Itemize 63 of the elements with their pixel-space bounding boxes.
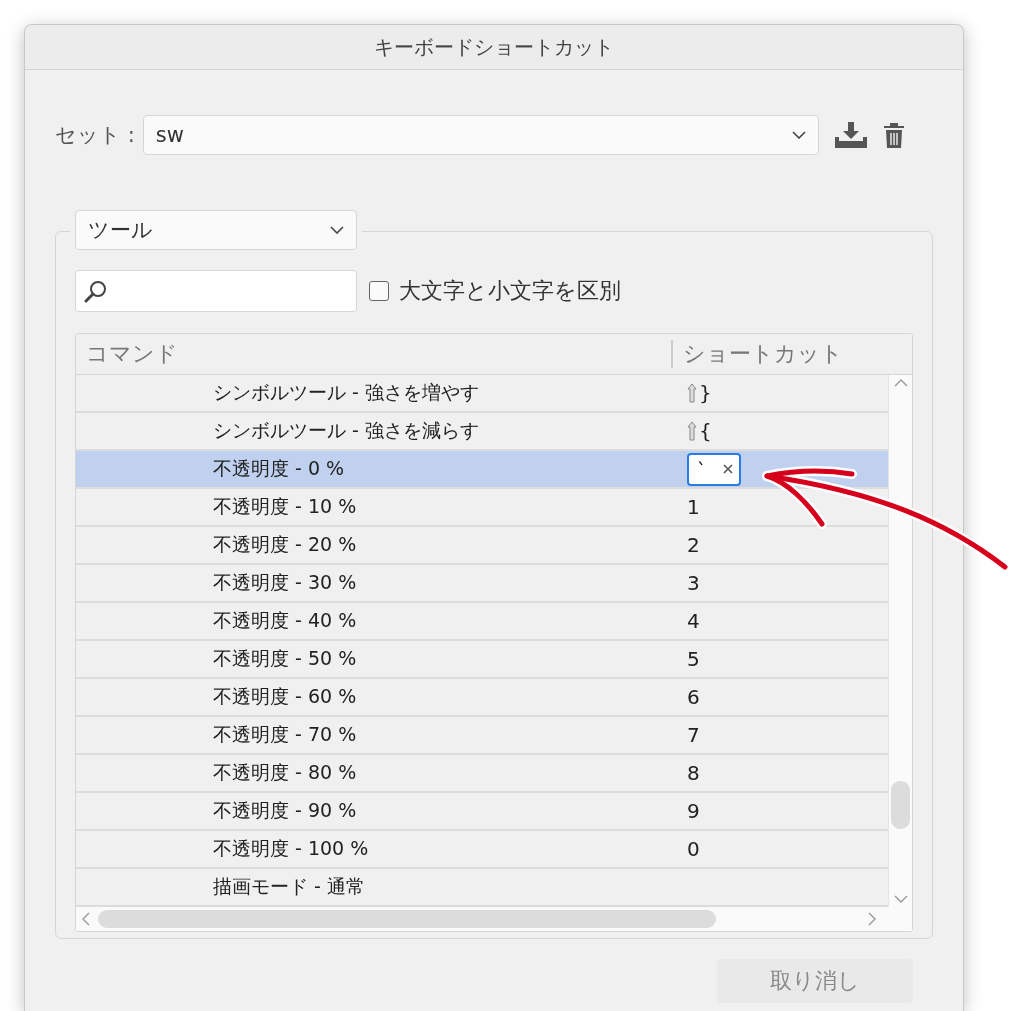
command-cell-text: 不透明度 - 50 % — [212, 646, 358, 671]
table-row[interactable]: 不透明度 - 30 % 3 — [76, 565, 888, 603]
download-icon[interactable] — [834, 122, 867, 148]
shortcut-cell: 0 — [687, 837, 700, 861]
shortcut-cell: { — [699, 419, 712, 443]
command-cell-text: 不透明度 - 20 % — [212, 532, 358, 557]
scrollbar-thumb[interactable] — [98, 910, 716, 928]
table-row[interactable]: 不透明度 - 50 % 5 — [76, 641, 888, 679]
command-cell-text: 不透明度 - 60 % — [212, 684, 358, 709]
command-cell-text: 不透明度 - 70 % — [212, 722, 358, 747]
shortcut-cell: 8 — [687, 761, 700, 785]
table-row[interactable]: 不透明度 - 100 % 0 — [76, 831, 888, 869]
chevron-down-icon — [791, 131, 806, 139]
chevron-down-icon — [330, 226, 344, 234]
shortcut-cell: 4 — [687, 609, 700, 633]
command-cell-text: 不透明度 - 30 % — [212, 570, 358, 595]
chevron-left-icon[interactable] — [82, 912, 90, 926]
trash-icon[interactable] — [882, 122, 905, 148]
set-dropdown[interactable]: sw — [142, 115, 819, 155]
set-label: セット : — [55, 122, 135, 149]
table-row[interactable]: 不透明度 - 0 % ` — [76, 451, 888, 489]
table-row[interactable]: 描画モード - 通常 — [76, 869, 888, 907]
vertical-scrollbar[interactable] — [888, 375, 912, 907]
horizontal-scrollbar[interactable] — [76, 907, 912, 931]
table-row[interactable]: シンボルツール - 強さを増やす } — [76, 375, 888, 413]
command-cell-text: 不透明度 - 100 % — [212, 836, 370, 861]
shortcut-cell: 1 — [687, 495, 700, 519]
shortcut-cell: 7 — [687, 723, 700, 747]
column-header[interactable]: コマンド — [76, 339, 671, 369]
command-cell-text: 描画モード - 通常 — [212, 874, 366, 899]
table-row[interactable]: 不透明度 - 90 % 9 — [76, 793, 888, 831]
table-row[interactable]: 不透明度 - 80 % 8 — [76, 755, 888, 793]
table-row[interactable]: 不透明度 - 20 % 2 — [76, 527, 888, 565]
search-icon — [84, 279, 108, 303]
command-cell-text: 不透明度 - 0 % — [212, 456, 346, 481]
window-title: キーボードショートカット — [374, 33, 614, 61]
table-row[interactable]: 不透明度 - 60 % 6 — [76, 679, 888, 717]
table-row[interactable]: 不透明度 - 10 % 1 — [76, 489, 888, 527]
command-cell-text: 不透明度 - 80 % — [212, 760, 358, 785]
table-row[interactable]: 不透明度 - 40 % 4 — [76, 603, 888, 641]
clear-icon[interactable] — [723, 464, 733, 474]
shortcut-cell: 2 — [687, 533, 700, 557]
checkbox-label: 大文字と小文字を区別 — [399, 277, 621, 305]
shortcut-input-field[interactable]: ` — [687, 452, 741, 486]
table-row[interactable]: 不透明度 - 70 % 7 — [76, 717, 888, 755]
scrollbar-thumb[interactable] — [891, 781, 910, 829]
command-cell-text: シンボルツール - 強さを増やす — [212, 380, 480, 405]
command-cell-text: 不透明度 - 90 % — [212, 798, 358, 823]
command-cell-text: 不透明度 - 40 % — [212, 608, 358, 633]
command-cell-text: 不透明度 - 10 % — [212, 494, 358, 519]
search-field[interactable] — [75, 270, 357, 312]
column-header[interactable]: ショートカット — [671, 340, 843, 368]
command-cell-text: シンボルツール - 強さを減らす — [212, 418, 480, 443]
shortcut-cell: 5 — [687, 647, 700, 671]
shortcut-cell: 9 — [687, 799, 700, 823]
table-row[interactable]: シンボルツール - 強さを減らす { — [76, 413, 888, 451]
checkbox[interactable] — [369, 281, 389, 301]
shortcut-cell: 6 — [687, 685, 700, 709]
chevron-up-icon[interactable] — [893, 379, 908, 387]
shortcut-cell: 3 — [687, 571, 700, 595]
chevron-right-icon[interactable] — [868, 912, 876, 926]
chevron-down-icon[interactable] — [893, 895, 908, 903]
shortcut-cell: } — [699, 381, 712, 405]
